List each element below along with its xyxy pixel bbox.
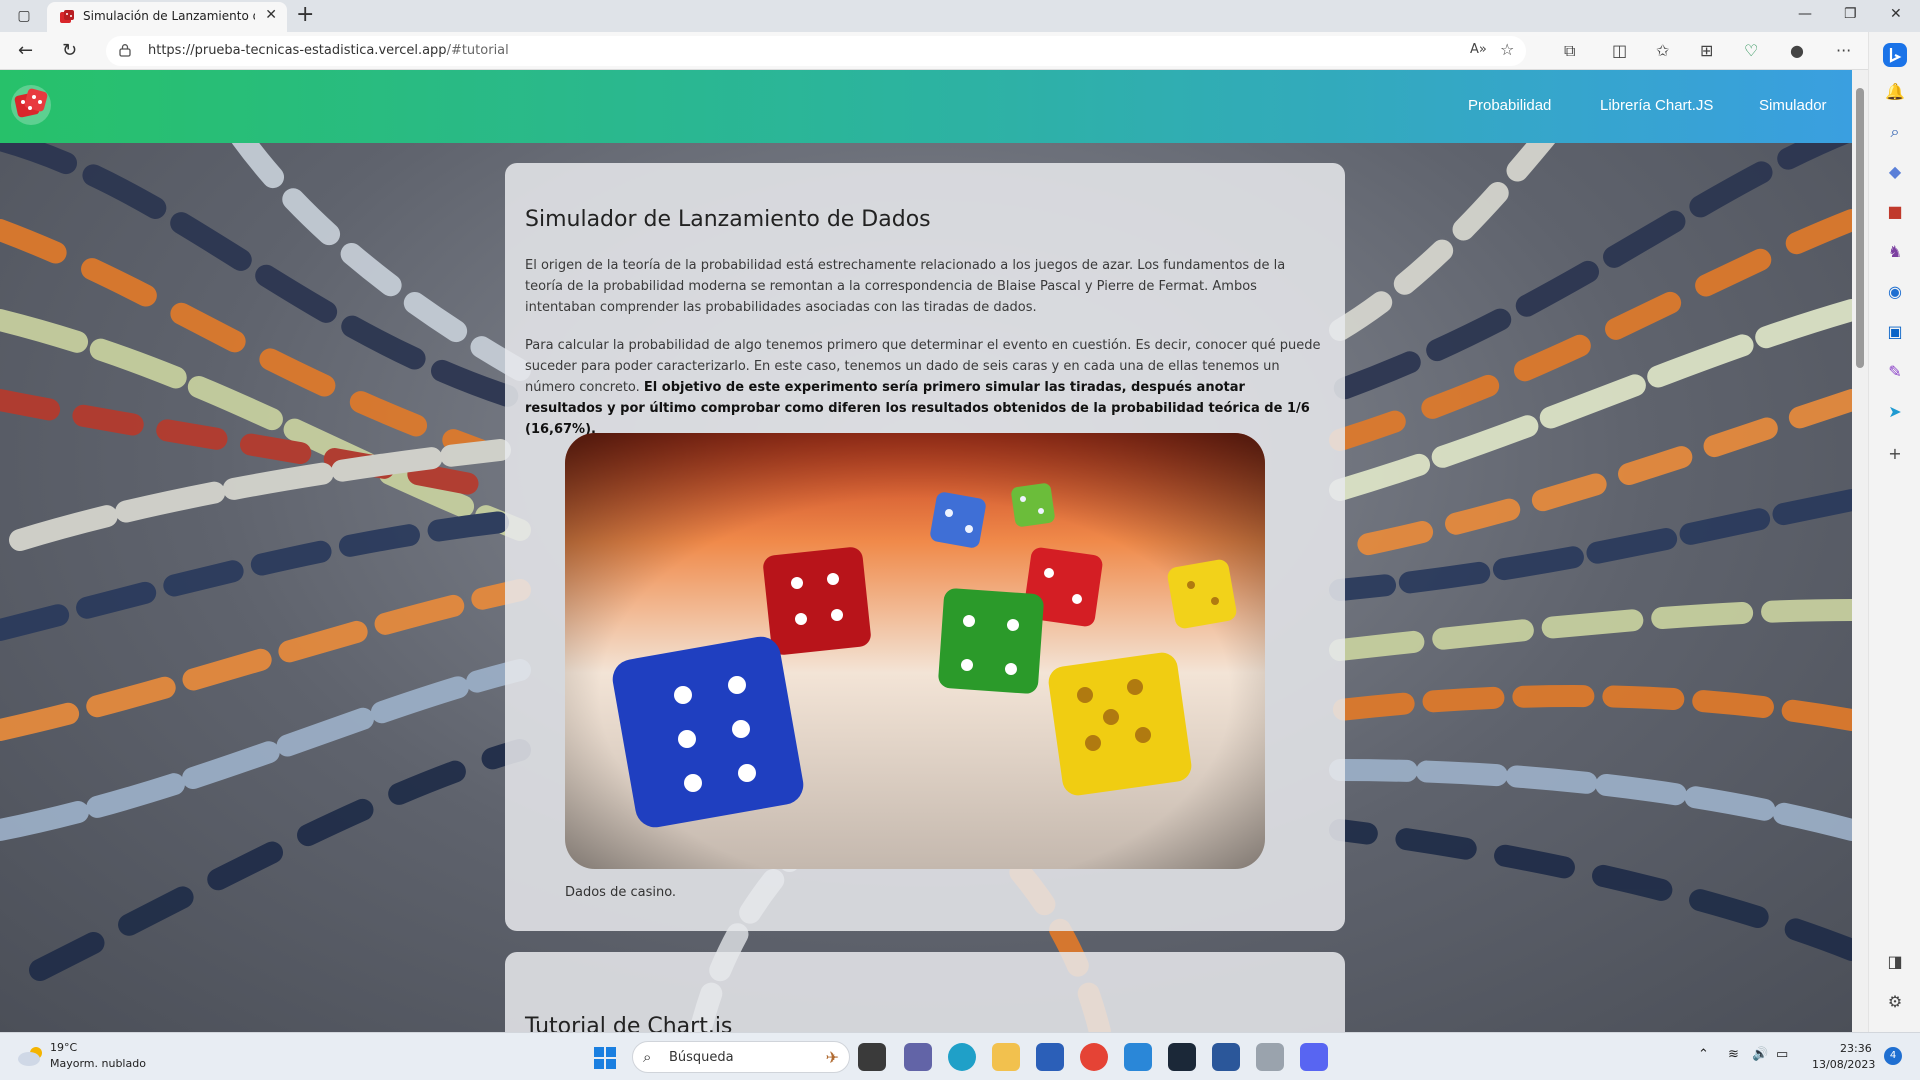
- url-path: /#tutorial: [446, 43, 509, 58]
- chrome-icon[interactable]: [1080, 1043, 1108, 1071]
- nav-probabilidad[interactable]: Probabilidad: [1468, 97, 1551, 114]
- browser-essentials-icon[interactable]: ♡: [1744, 41, 1758, 60]
- sidebar-toggle-icon[interactable]: ▢: [10, 6, 38, 26]
- restore-icon[interactable]: ❐: [1844, 6, 1857, 22]
- weather-description[interactable]: Mayorm. nublado: [50, 1057, 146, 1070]
- battery-icon[interactable]: ▭: [1776, 1047, 1788, 1062]
- profile-icon[interactable]: ●: [1790, 41, 1804, 60]
- steam-icon[interactable]: [1168, 1043, 1196, 1071]
- tools-briefcase-icon[interactable]: ■: [1885, 202, 1905, 222]
- teams-chat-icon[interactable]: [904, 1043, 932, 1071]
- drop-icon[interactable]: ➤: [1885, 402, 1905, 422]
- tab-title: Simulación de Lanzamiento de D: [83, 9, 255, 23]
- read-aloud-icon[interactable]: A»: [1470, 42, 1487, 57]
- clock-date[interactable]: 13/08/2023: [1812, 1058, 1875, 1071]
- page-viewport: Probabilidad Librería Chart.JS Simulador…: [0, 70, 1852, 1032]
- section-title-chartjs: Tutorial de Chart.js: [525, 1014, 733, 1032]
- close-icon[interactable]: ✕: [265, 7, 277, 23]
- intro-card: Simulador de Lanzamiento de Dados El ori…: [505, 163, 1345, 931]
- volume-icon[interactable]: 🔊: [1752, 1047, 1768, 1062]
- designer-icon[interactable]: ✎: [1885, 362, 1905, 382]
- close-window-icon[interactable]: ✕: [1890, 6, 1902, 22]
- taskbar-search-box[interactable]: ⌕ Búsqueda ✈: [632, 1041, 850, 1073]
- nav-simulador[interactable]: Simulador: [1759, 97, 1827, 114]
- task-view-icon[interactable]: [858, 1043, 886, 1071]
- url-text[interactable]: https://prueba-tecnicas-estadistica.verc…: [148, 43, 509, 58]
- app-icon[interactable]: [1256, 1043, 1284, 1071]
- favorite-star-icon[interactable]: ☆: [1500, 40, 1514, 59]
- file-explorer-icon[interactable]: [992, 1043, 1020, 1071]
- site-header: Probabilidad Librería Chart.JS Simulador: [0, 70, 1852, 143]
- settings-gear-icon[interactable]: ⚙: [1885, 992, 1905, 1012]
- image-caption: Dados de casino.: [565, 885, 677, 900]
- search-placeholder: Búsqueda: [669, 1050, 734, 1065]
- more-icon[interactable]: ···: [1836, 41, 1851, 60]
- page-scrollbar[interactable]: [1852, 70, 1868, 1032]
- microsoft-store-icon[interactable]: [1036, 1043, 1064, 1071]
- casino-dice-image: [565, 433, 1265, 869]
- search-highlight-icon: ✈: [825, 1048, 839, 1067]
- outlook-icon[interactable]: ▣: [1885, 322, 1905, 342]
- cloud-weather-icon[interactable]: [16, 1045, 46, 1067]
- games-icon[interactable]: ♞: [1885, 242, 1905, 262]
- edge-browser-icon[interactable]: [948, 1043, 976, 1071]
- lock-icon[interactable]: [118, 43, 132, 57]
- browser-tab-strip: ▢ Simulación de Lanzamiento de D ✕ + — ❐…: [0, 0, 1920, 32]
- collections-icon[interactable]: ⊞: [1700, 41, 1713, 60]
- weather-temperature[interactable]: 19°C: [50, 1041, 77, 1054]
- browser-tab-active[interactable]: Simulación de Lanzamiento de D ✕: [47, 2, 287, 32]
- chartjs-tutorial-card: Tutorial de Chart.js: [505, 952, 1345, 1032]
- search-icon[interactable]: ⌕: [1885, 122, 1905, 142]
- objective-paragraph: Para calcular la probabilidad de algo te…: [525, 335, 1325, 440]
- edge-sidebar: 🔔 ⌕ ◆ ■ ♞ ◉ ▣ ✎ ➤ + ◨ ⚙: [1868, 32, 1920, 1032]
- discord-icon[interactable]: [1300, 1043, 1328, 1071]
- plus-icon[interactable]: +: [296, 2, 314, 27]
- favorites-icon[interactable]: ✩: [1656, 41, 1669, 60]
- dice-logo-icon[interactable]: [10, 84, 52, 126]
- hide-sidebar-icon[interactable]: ◨: [1885, 952, 1905, 972]
- clock-time[interactable]: 23:36: [1840, 1042, 1872, 1055]
- extensions-icon[interactable]: ⧉: [1564, 41, 1575, 61]
- word-icon[interactable]: [1212, 1043, 1240, 1071]
- windows-start-icon[interactable]: [594, 1047, 616, 1069]
- refresh-icon[interactable]: ↻: [62, 40, 77, 61]
- shopping-tag-icon[interactable]: ◆: [1885, 162, 1905, 182]
- chevron-up-icon[interactable]: ⌃: [1698, 1047, 1709, 1062]
- browser-toolbar: ← ↻ https://prueba-tecnicas-estadistica.…: [0, 32, 1920, 70]
- notifications-bell-icon[interactable]: 🔔: [1885, 82, 1905, 102]
- microsoft-365-icon[interactable]: ◉: [1885, 282, 1905, 302]
- notification-badge[interactable]: 4: [1884, 1047, 1902, 1065]
- article-title: Simulador de Lanzamiento de Dados: [525, 207, 931, 232]
- vscode-icon[interactable]: [1124, 1043, 1152, 1071]
- windows-taskbar: 19°C Mayorm. nublado ⌕ Búsqueda ✈ ⌃ ≋ 🔊 …: [0, 1032, 1920, 1080]
- url-host: https://prueba-tecnicas-estadistica.verc…: [148, 43, 447, 58]
- wifi-icon[interactable]: ≋: [1728, 1047, 1739, 1062]
- scrollbar-thumb[interactable]: [1856, 88, 1864, 368]
- split-screen-icon[interactable]: ◫: [1612, 41, 1627, 60]
- nav-libreria-chartjs[interactable]: Librería Chart.JS: [1600, 97, 1713, 114]
- bing-copilot-icon[interactable]: [1882, 42, 1908, 68]
- plus-icon[interactable]: +: [1885, 444, 1905, 464]
- dice-favicon-icon: [60, 10, 74, 23]
- address-bar[interactable]: https://prueba-tecnicas-estadistica.verc…: [106, 36, 1526, 66]
- back-icon[interactable]: ←: [18, 40, 33, 61]
- search-icon: ⌕: [643, 1048, 652, 1066]
- intro-paragraph: El origen de la teoría de la probabilida…: [525, 258, 1286, 315]
- minimize-icon[interactable]: —: [1798, 6, 1812, 22]
